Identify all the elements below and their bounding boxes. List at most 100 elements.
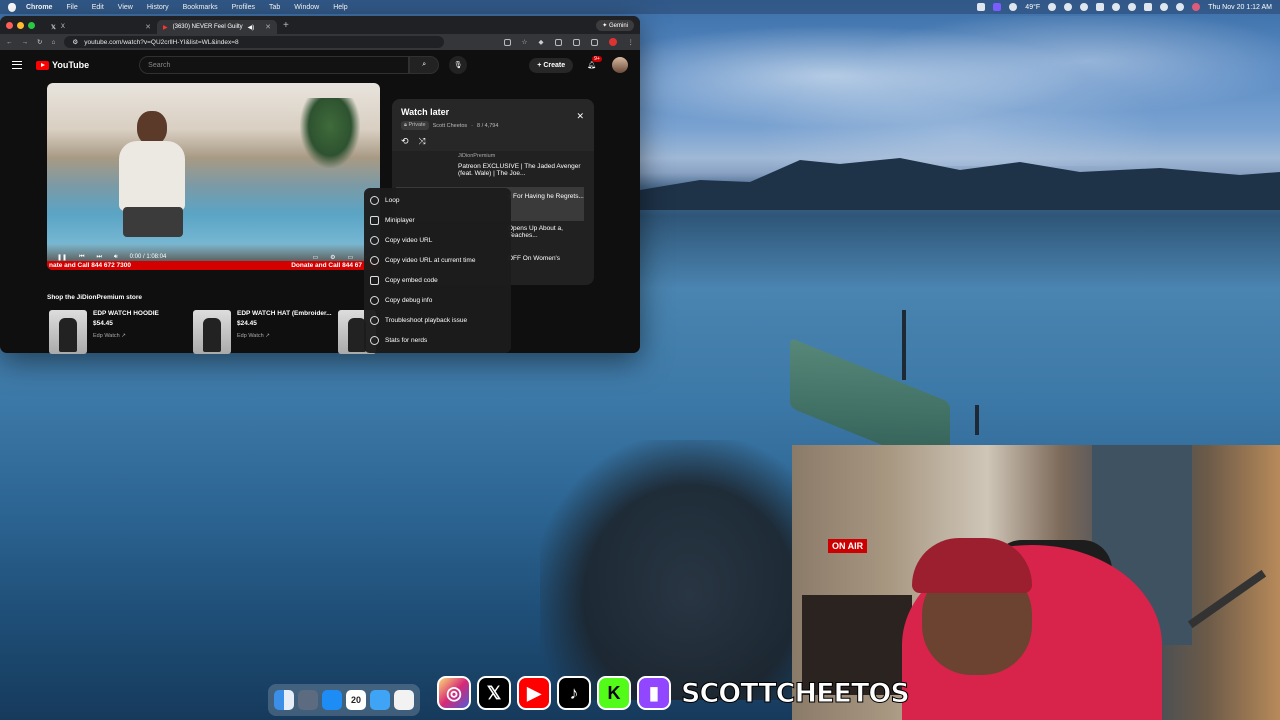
close-window-button[interactable] (6, 21, 13, 29)
settings-gear-icon[interactable]: ⚙ (330, 254, 335, 261)
finder-icon[interactable] (274, 690, 294, 710)
maximize-window-button[interactable] (28, 21, 35, 29)
weather-icon[interactable] (1009, 3, 1018, 11)
display-icon[interactable] (1096, 3, 1105, 11)
news-icon[interactable] (394, 690, 414, 710)
menu-item-copy-embed[interactable]: Copy embed code (364, 270, 511, 290)
extension-icon[interactable]: ◆ (539, 38, 544, 46)
time-display: 0:00 / 1:08:04 (129, 254, 167, 260)
menu-item-copy-url[interactable]: Copy video URL (364, 230, 511, 250)
close-tab-icon[interactable]: ✕ (145, 23, 151, 31)
menu-window[interactable]: Window (294, 4, 319, 11)
menu-tab[interactable]: Tab (269, 4, 280, 11)
avatar[interactable] (612, 57, 628, 73)
tab-youtube[interactable]: ▶ (3630) NEVER Feel Guilty ◀) ✕ (157, 20, 277, 34)
volume-icon[interactable]: 🔊︎ (114, 254, 118, 261)
product-card[interactable]: EDP WATCH HAT (Embroider... $24.45 Edp W… (193, 310, 332, 354)
reload-icon[interactable]: ↻ (37, 38, 42, 46)
site-info-icon[interactable]: ⚙ (72, 38, 78, 46)
menu-profiles[interactable]: Profiles (232, 4, 255, 11)
extensions-puzzle-icon[interactable] (554, 38, 562, 46)
product-shop-link[interactable]: Edp Watch ↗ (93, 333, 159, 339)
side-panel-icon[interactable] (572, 38, 580, 46)
minimize-window-button[interactable] (17, 21, 24, 29)
product-thumbnail[interactable] (49, 310, 87, 354)
siri-icon[interactable] (1192, 3, 1201, 11)
record-icon[interactable] (1080, 3, 1089, 11)
next-icon[interactable]: ⏭ (96, 254, 101, 261)
forward-icon[interactable]: → (22, 39, 29, 46)
youtube-header: YouTube Search ⌕ 🎙︎ + Create 🔔︎ 9+ (0, 50, 640, 80)
new-tab-button[interactable]: + (283, 20, 289, 31)
pause-icon[interactable]: ❚❚ (57, 254, 67, 261)
menu-item-copy-debug[interactable]: Copy debug info (364, 290, 511, 310)
chrome-menu-icon[interactable]: ⋮ (628, 38, 635, 46)
bluetooth-icon[interactable] (1112, 3, 1121, 11)
menu-item-loop[interactable]: Loop (364, 190, 511, 210)
search-input[interactable]: Search (139, 56, 410, 74)
subtitles-icon[interactable]: ▭ (312, 254, 318, 261)
playlist-owner[interactable]: Scott Cheetos (433, 123, 468, 129)
notifications-button[interactable]: 🔔︎ 9+ (587, 56, 602, 69)
menu-edit[interactable]: Edit (92, 4, 104, 11)
close-tab-icon[interactable]: ✕ (265, 23, 271, 31)
tab-search-icon[interactable] (590, 38, 598, 46)
menu-hamburger-icon[interactable] (12, 61, 22, 69)
loop-icon[interactable]: ⟲ (401, 136, 409, 147)
profile-avatar[interactable] (608, 38, 617, 46)
menu-item-label: Stats for nerds (385, 336, 428, 344)
previous-icon[interactable]: ⏮ (79, 254, 84, 261)
chat-icon[interactable] (1064, 3, 1073, 11)
control-center-icon[interactable] (1160, 3, 1169, 11)
menu-view[interactable]: View (118, 4, 133, 11)
menu-bookmarks[interactable]: Bookmarks (183, 4, 218, 11)
menu-item-miniplayer[interactable]: Miniplayer (364, 210, 511, 230)
screen-icon[interactable] (977, 3, 986, 11)
back-icon[interactable]: ← (6, 39, 13, 46)
cast-icon[interactable] (503, 38, 511, 46)
url-field[interactable]: ⚙ youtube.com/watch?v=QU2crllH-YI&list=W… (64, 36, 445, 48)
theater-icon[interactable]: ▭ (348, 254, 354, 261)
video-player[interactable]: ❚❚ ⏮ ⏭ 🔊︎ 0:00 / 1:08:04 ▭ ⚙ ▭ ⤢ nate an… (47, 83, 380, 270)
menu-history[interactable]: History (147, 4, 169, 11)
menu-item-stats[interactable]: Stats for nerds (364, 330, 511, 350)
weather-temp[interactable]: 49°F (1025, 4, 1040, 11)
menubar-clock[interactable]: Thu Nov 20 1:12 AM (1208, 4, 1272, 11)
address-bar-row: ← → ↻ ⌂ ⚙ youtube.com/watch?v=QU2crllH-Y… (0, 34, 640, 50)
audio-playing-icon[interactable]: ◀) (248, 24, 255, 31)
close-icon[interactable]: ✕ (576, 111, 584, 122)
gemini-button[interactable]: ✦ Gemini (596, 19, 634, 31)
apple-icon[interactable] (8, 2, 16, 12)
youtube-logo[interactable]: YouTube (36, 60, 89, 70)
progress-banner[interactable]: nate and Call 844 672 7300 Donate and Ca… (47, 261, 380, 270)
bookmark-star-icon[interactable]: ☆ (522, 38, 528, 46)
search-icon[interactable] (1176, 3, 1185, 11)
list-item[interactable]: JiDionPremium Patreon EXCLUSIVE | The Ja… (458, 153, 584, 187)
create-button[interactable]: + Create (529, 57, 574, 73)
battery-icon[interactable] (1144, 3, 1153, 11)
app-store-icon[interactable] (322, 690, 342, 710)
wifi-status-icon[interactable] (1048, 3, 1057, 11)
product-thumbnail[interactable] (193, 310, 231, 354)
app-status-icon[interactable] (993, 3, 1002, 11)
gemini-label: Gemini (608, 22, 628, 29)
product-card[interactable]: EDP WATCH HOODIE $54.45 Edp Watch ↗ (49, 310, 159, 354)
menu-item-troubleshoot[interactable]: Troubleshoot playback issue (364, 310, 511, 330)
mail-icon[interactable] (370, 690, 390, 710)
focus-icon[interactable] (1128, 3, 1137, 11)
product-name[interactable]: EDP WATCH HOODIE (93, 310, 159, 317)
voice-search-button[interactable]: 🎙︎ (449, 56, 468, 74)
watch-later-title[interactable]: Watch later (401, 107, 585, 117)
calendar-icon[interactable]: 20 (346, 690, 366, 710)
shuffle-icon[interactable]: ⤨ (419, 136, 426, 147)
menu-item-copy-url-time[interactable]: Copy video URL at current time (364, 250, 511, 270)
launchpad-icon[interactable] (298, 690, 318, 710)
product-shop-link[interactable]: Edp Watch ↗ (237, 333, 332, 339)
search-button[interactable]: ⌕ (409, 56, 440, 74)
product-name[interactable]: EDP WATCH HAT (Embroider... (237, 310, 332, 317)
home-icon[interactable]: ⌂ (51, 39, 55, 46)
menu-file[interactable]: File (66, 4, 77, 11)
tab-x[interactable]: 𝕏 X ✕ (45, 20, 157, 34)
menu-app-name[interactable]: Chrome (26, 4, 52, 11)
menu-help[interactable]: Help (333, 4, 347, 11)
